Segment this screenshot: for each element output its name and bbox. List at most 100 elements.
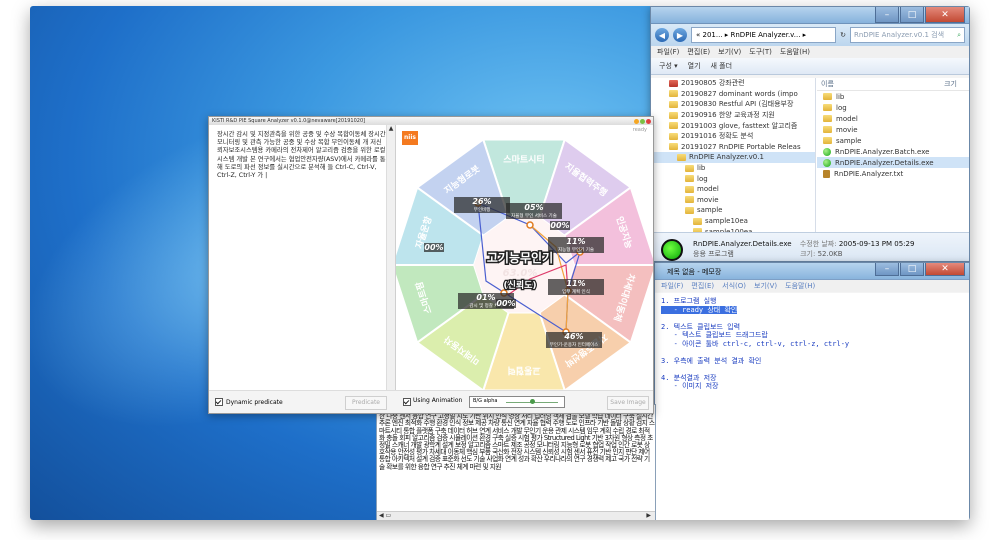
exe-icon bbox=[823, 147, 831, 156]
tree-item[interactable]: 20190805 강좌관련 bbox=[651, 78, 815, 89]
tree-item[interactable]: 20191016 정확도 분석 bbox=[651, 131, 815, 142]
dynamic-predicate-checkbox[interactable] bbox=[215, 398, 223, 406]
folder-tree[interactable]: 20190805 강좌관련 20190827 dominant words (im… bbox=[651, 78, 816, 232]
explorer-titlebar[interactable]: – □ ✕ bbox=[651, 7, 969, 24]
value-label-pct: 00% bbox=[550, 221, 569, 230]
notepad-line bbox=[661, 314, 963, 323]
list-item[interactable]: RnDPIE.Analyzer.Batch.exe bbox=[817, 146, 969, 157]
notepad-line: - ready 상태 확인 bbox=[661, 305, 963, 315]
search-input[interactable]: RnDPIE Analyzer.v0.1 검색 ⌕ bbox=[850, 27, 965, 43]
value-label-name: 자율형 무인 서비스 기술 bbox=[511, 212, 557, 219]
tree-item[interactable]: 20190827 dominant words (impo bbox=[651, 89, 815, 100]
menu-item[interactable]: 파일(F) bbox=[661, 281, 683, 291]
tree-item[interactable]: lib bbox=[651, 163, 815, 174]
predicate-button[interactable]: Predicate bbox=[345, 396, 387, 410]
menu-item[interactable]: 도움말(H) bbox=[785, 281, 815, 291]
maximize-dot-icon[interactable] bbox=[640, 118, 645, 124]
toolbar-item[interactable]: 새 폴더 bbox=[711, 61, 733, 71]
scroll-up-icon[interactable]: ▲ bbox=[387, 125, 395, 132]
tree-item[interactable]: sample bbox=[651, 205, 815, 216]
tree-item[interactable]: 20191003 glove, fasttext 알고리즘 bbox=[651, 120, 815, 131]
tree-item-label: 20190827 dominant words (impo bbox=[681, 89, 798, 98]
notepad-line bbox=[661, 348, 963, 357]
folder-icon bbox=[669, 90, 678, 98]
list-item[interactable]: log bbox=[817, 102, 969, 113]
file-list[interactable]: 이름 크기 lib log model movie sample RnDPIE.Analy… bbox=[817, 78, 969, 232]
list-item-label: movie bbox=[836, 125, 858, 134]
menu-item[interactable]: 보기(V) bbox=[754, 281, 777, 291]
console-scrollbar[interactable]: ◀ ▭ ▶ bbox=[377, 511, 655, 520]
minimize-dot-icon[interactable] bbox=[634, 118, 639, 124]
segment-label: 교통협력 bbox=[507, 365, 540, 377]
value-label-pct: 11% bbox=[566, 237, 585, 246]
input-panel: 장시간 감시 및 지정관측을 위한 공중 및 수상 복합이동체 장시간 모니터링… bbox=[209, 125, 396, 395]
using-animation-checkbox[interactable] bbox=[403, 398, 411, 406]
input-scrollbar[interactable]: ▲ bbox=[386, 125, 395, 395]
tree-item-label: 20191016 정확도 분석 bbox=[681, 132, 754, 141]
list-item[interactable]: lib bbox=[817, 91, 969, 102]
value-label-pct: 05% bbox=[524, 203, 543, 212]
tree-item[interactable]: 20190916 한양 교육과정 지원 bbox=[651, 110, 815, 121]
analyzer-window[interactable]: KISTI R&D PIE Square Analyzer v0.1.0@nev… bbox=[208, 116, 654, 414]
column-size[interactable]: 크기 bbox=[944, 79, 957, 89]
folder-icon bbox=[823, 137, 832, 144]
toolbar-item[interactable]: 구성 ▾ bbox=[659, 61, 678, 71]
close-button[interactable]: ✕ bbox=[925, 7, 965, 23]
list-item[interactable]: RnDPIE.Analyzer.txt bbox=[817, 168, 969, 179]
address-bar[interactable]: « 201... ▸ RnDPIE Analyzer.v... ▸ bbox=[691, 27, 837, 43]
details-type: 응용 프로그램 bbox=[693, 250, 734, 258]
back-arrow-icon[interactable]: ◀ bbox=[655, 28, 669, 42]
details-pane: RnDPIE.Analyzer.Details.exe 수정한 날짜: 2005… bbox=[651, 232, 969, 261]
tree-item[interactable]: log bbox=[651, 173, 815, 184]
notepad-titlebar[interactable]: 제목 없음 - 메모장 – □ ✕ bbox=[655, 263, 969, 280]
close-dot-icon[interactable] bbox=[646, 118, 651, 124]
value-label-pct: 00% bbox=[496, 299, 515, 308]
menu-item[interactable]: 편집(E) bbox=[687, 47, 710, 57]
folder-icon bbox=[669, 143, 678, 151]
save-image-button[interactable]: Save Image bbox=[607, 396, 649, 410]
list-item[interactable]: model bbox=[817, 113, 969, 124]
tree-item[interactable]: model bbox=[651, 184, 815, 195]
details-name: RnDPIE.Analyzer.Details.exe bbox=[693, 240, 792, 248]
toolbar-item[interactable]: 열기 bbox=[688, 61, 701, 71]
close-button[interactable]: ✕ bbox=[925, 263, 965, 276]
menu-item[interactable]: 도움말(H) bbox=[780, 47, 810, 57]
menu-item[interactable]: 도구(T) bbox=[749, 47, 772, 57]
list-item[interactable]: movie bbox=[817, 124, 969, 135]
menu-item[interactable]: 편집(E) bbox=[691, 281, 714, 291]
maximize-button[interactable]: □ bbox=[900, 263, 924, 276]
notepad-window[interactable]: 제목 없음 - 메모장 – □ ✕ 파일(F) 편집(E) 서식(O) 보기(V) 도움… bbox=[654, 262, 970, 520]
explorer-window[interactable]: – □ ✕ ◀ ▶ « 201... ▸ RnDPIE Analyzer.v..… bbox=[650, 6, 970, 262]
red-folder-icon bbox=[669, 79, 678, 87]
slider-handle[interactable] bbox=[530, 399, 535, 404]
explorer-body: 20190805 강좌관련 20190827 dominant words (im… bbox=[651, 78, 969, 232]
tree-item[interactable]: sample10ea bbox=[651, 216, 815, 227]
forward-arrow-icon[interactable]: ▶ bbox=[673, 28, 687, 42]
list-header: 이름 크기 bbox=[817, 78, 969, 91]
minimize-button[interactable]: – bbox=[875, 263, 899, 276]
column-name[interactable]: 이름 bbox=[821, 79, 834, 89]
value-label-name: 지능형 무인기 기술 bbox=[558, 246, 594, 253]
folder-icon bbox=[685, 175, 694, 183]
notepad-text-area[interactable]: 1. 프로그램 실행 - ready 상태 확인 2. 텍스트 클립보드 입력 -… bbox=[655, 293, 969, 520]
minimize-button[interactable]: – bbox=[875, 7, 899, 23]
list-item[interactable]: RnDPIE.Analyzer.Details.exe bbox=[817, 157, 969, 168]
console-window[interactable]: 감시 및 정찰 체계 대상 경정 체계 스마트 카메라 시스템 교통 정보 통합… bbox=[376, 404, 656, 520]
tree-item[interactable]: RnDPIE Analyzer.v0.1 bbox=[651, 152, 815, 163]
input-textarea[interactable]: 장시간 감시 및 지정관측을 위한 공중 및 수상 복합이동체 장시간 모니터링… bbox=[209, 125, 395, 186]
menu-item[interactable]: 서식(O) bbox=[722, 281, 746, 291]
value-label-pct: 11% bbox=[566, 279, 585, 288]
maximize-button[interactable]: □ bbox=[900, 7, 924, 23]
list-item[interactable]: sample bbox=[817, 135, 969, 146]
menu-item[interactable]: 파일(F) bbox=[657, 47, 679, 57]
folder-icon bbox=[669, 132, 678, 140]
tree-item[interactable]: 20191027 RnDPIE Portable Releas bbox=[651, 142, 815, 153]
refresh-icon[interactable]: ↻ bbox=[840, 31, 846, 39]
menu-item[interactable]: 보기(V) bbox=[718, 47, 741, 57]
list-item-label: RnDPIE.Analyzer.Batch.exe bbox=[835, 147, 930, 156]
tree-item[interactable]: movie bbox=[651, 195, 815, 206]
value-label-pct: 26% bbox=[472, 197, 491, 206]
bg-alpha-slider[interactable]: B/G alpha bbox=[469, 396, 565, 408]
tree-item[interactable]: 20190830 Restful API (김태용부장 bbox=[651, 99, 815, 110]
notepad-line: 2. 텍스트 클립보드 입력 bbox=[661, 322, 741, 331]
